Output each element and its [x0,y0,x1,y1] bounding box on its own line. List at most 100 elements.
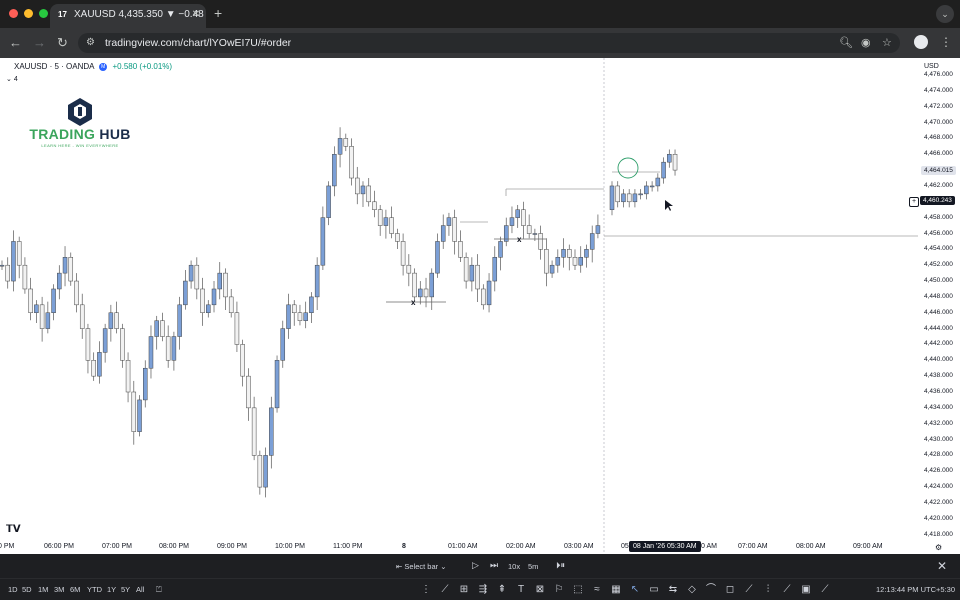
select-bar-button[interactable]: ⇤ Select bar ⌄ [396,562,447,571]
minimize-window-button[interactable] [24,9,33,18]
site-settings-icon[interactable]: ⚙ [86,37,95,48]
note-icon[interactable]: ▭ [646,582,662,598]
axis-settings-icon[interactable]: ⚙ [935,543,942,552]
range-button-3m[interactable]: 3M [54,585,64,594]
grid-tool-icon[interactable]: ⊞ [456,582,472,598]
candle-body [615,185,620,203]
rect-tool-icon[interactable]: ⬚ [570,582,586,598]
candle-body [498,241,503,258]
play-icon[interactable]: ▷ [472,560,479,571]
back-icon[interactable]: ← [9,36,22,50]
browser-tab[interactable]: 17 XAUUSD 4,435.350 ▼ −0.48 ✕ [50,4,206,28]
url-text[interactable]: tradingview.com/chart/lYOwEI7U/#order [105,37,291,49]
menu-icon[interactable]: ⋮ [940,35,952,49]
profile-icon[interactable] [914,35,928,49]
candle-body [39,304,45,329]
reload-icon[interactable]: ↻ [57,36,68,50]
time-axis-label: 01:00 AM [448,543,478,550]
brush-icon[interactable]: ⟋ [779,582,795,598]
tab-close-icon[interactable]: ✕ [192,4,200,26]
new-tab-button[interactable]: + [214,5,222,21]
drag-handle-icon[interactable]: ⋮ [418,582,434,598]
close-icon[interactable]: ✕ [937,559,947,573]
cursor-tool-icon[interactable]: ↖ [627,582,643,598]
price-axis-label: 4,432.000 [924,419,953,427]
time-axis-label: 0 PM [0,543,15,550]
candle-body [343,138,349,147]
tradingview-logo[interactable]: 𝗧𝗩 [6,524,21,535]
flag-icon[interactable]: ⚐ [551,582,567,598]
candle-body [667,154,672,163]
wave-icon[interactable]: ≈ [589,582,605,598]
replay-toolbar: ⇤ Select bar ⌄ ▷ ⏭ 10x 5m ⏵⏸ ✕ [0,554,960,578]
image-icon[interactable]: ▣ [798,582,814,598]
fib-icon[interactable]: ⇶ [475,582,491,598]
speed-button[interactable]: 10x [508,562,520,571]
range-button-all[interactable]: All [136,585,144,594]
price-axis-label: 4,468.000 [924,134,953,142]
candle-body [337,138,343,155]
shape-icon[interactable]: ◇ [684,582,700,598]
time-label-partial: 0 AM [701,543,717,550]
arrow-tool-icon[interactable]: ⟋ [817,582,833,598]
range-button-1m[interactable]: 1M [38,585,48,594]
interval-button[interactable]: 5m [528,562,538,571]
time-axis-label: 07:00 PM [102,543,132,550]
zoom-icon[interactable]: 🔍︎ [839,36,853,49]
range-button-5y[interactable]: 5Y [121,585,130,594]
star-icon[interactable]: ☆ [882,36,892,49]
eye-icon[interactable]: ◉ [861,36,871,49]
vertical-line-icon[interactable]: ⫶ [760,582,776,598]
candle-body [16,241,22,266]
candle-body [200,288,205,314]
candle-body [644,185,649,195]
pen-icon[interactable]: ⟋ [741,582,757,598]
tab-search-icon[interactable]: ⌄ [936,5,954,23]
measure-icon[interactable]: ⇞ [494,582,510,598]
text-tool-icon[interactable]: T [513,582,529,598]
range-button-6m[interactable]: 6M [70,585,80,594]
candle-body [486,280,492,306]
candle-body [240,344,245,377]
range-icon[interactable]: ⇆ [665,582,681,598]
add-order-icon[interactable]: + [909,197,919,207]
candle-body [194,264,200,290]
range-button-5d[interactable]: 5D [22,585,32,594]
price-axis-label: 4,466.000 [924,150,953,158]
range-button-1y[interactable]: 1Y [107,585,116,594]
price-change: +0.580 (+0.01%) [112,62,173,71]
time-axis-label: 08:00 PM [159,543,189,550]
fast-forward-icon[interactable]: ⏵⏸ [556,560,565,571]
symbol-legend[interactable]: XAUUSD · 5 · OANDA M +0.580 (+0.01%) [14,62,172,71]
trend-line-icon[interactable]: ⟋ [437,582,453,598]
candle-body [102,328,108,353]
date-range-icon[interactable]: ⏍ [156,585,162,595]
crosshair-time-tag: 08 Jan '26 05:30 AM [629,541,701,552]
candle-body [538,233,543,250]
candlestick-chart[interactable]: xx [0,58,960,554]
candle-body [11,241,16,282]
maximize-window-button[interactable] [39,9,48,18]
highlight-circle[interactable] [617,157,639,179]
pattern-icon[interactable]: ▦ [608,582,624,598]
close-window-button[interactable] [9,9,18,18]
candle-body [286,304,291,329]
range-button-1d[interactable]: 1D [8,585,18,594]
chart-area[interactable]: xx XAUUSD · 5 · OANDA M +0.580 (+0.01%) … [0,58,960,554]
candle-body [114,312,119,329]
range-button-ytd[interactable]: YTD [87,585,102,594]
indicator-toggle[interactable]: ⌄ 4 [6,75,18,83]
forward-icon[interactable]: → [33,36,46,50]
candle-body [62,257,68,274]
candle-body [74,280,79,306]
currency-label[interactable]: USD [924,63,939,70]
candle-body [206,304,211,313]
frame-icon[interactable]: ◻ [722,582,738,598]
box-tool-icon[interactable]: ⊠ [532,582,548,598]
candle-body [532,233,538,235]
curve-icon[interactable]: ⌒ [703,582,719,598]
step-forward-icon[interactable]: ⏭ [490,560,498,571]
candle-body [165,336,171,361]
candle-body [223,272,228,298]
tab-title: XAUUSD 4,435.350 ▼ −0.48 [74,9,204,20]
